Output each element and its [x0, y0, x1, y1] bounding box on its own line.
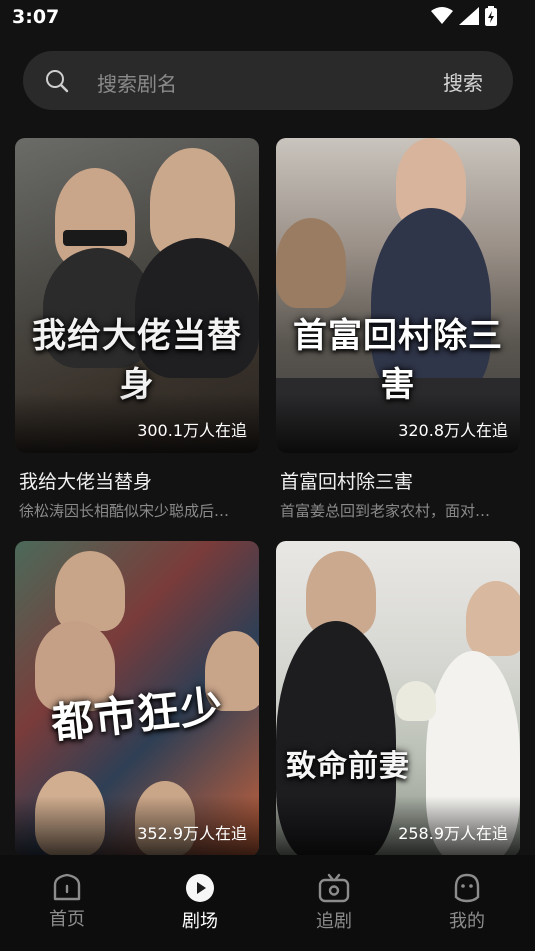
tab-profile[interactable]: 我的 [427, 873, 507, 933]
drama-poster[interactable]: 首富回村除三害 320.8万人在追 [276, 138, 520, 453]
tv-icon [318, 873, 350, 903]
status-bar: 3:07 [0, 0, 535, 36]
play-icon [186, 874, 214, 902]
drama-description: 首富姜总回到老家农村，面对… [280, 502, 491, 520]
followers-count: 258.9万人在追 [398, 824, 508, 843]
profile-icon [454, 873, 480, 903]
tab-following[interactable]: 追剧 [294, 873, 374, 933]
tab-label: 首页 [49, 909, 85, 930]
poster-title: 我给大佬当替身 [32, 316, 242, 405]
bottom-tab-bar: 首页 剧场 追剧 我的 [0, 855, 535, 951]
battery-icon [485, 6, 497, 26]
drama-title[interactable]: 我给大佬当替身 [15, 467, 259, 494]
search-icon [46, 70, 69, 93]
tab-label: 我的 [449, 911, 485, 932]
followers-count: 352.9万人在追 [137, 824, 247, 843]
drama-description: 徐松涛因长相酷似宋少聪成后… [19, 502, 230, 520]
signal-icon [459, 7, 479, 25]
tab-theater[interactable]: 剧场 [160, 873, 240, 933]
drama-card[interactable]: 都市狂少 352.9万人在追 [15, 541, 259, 856]
drama-poster[interactable]: 致命前妻 258.9万人在追 [276, 541, 520, 856]
drama-card[interactable]: 我给大佬当替身 300.1万人在追 我给大佬当替身 徐松涛因长相酷似宋少聪成后… [15, 138, 259, 521]
drama-poster[interactable]: 都市狂少 352.9万人在追 [15, 541, 259, 856]
tab-label: 追剧 [316, 911, 352, 932]
status-icons [431, 6, 497, 26]
tab-home[interactable]: 首页 [27, 873, 107, 931]
drama-poster[interactable]: 我给大佬当替身 300.1万人在追 [15, 138, 259, 453]
search-bar[interactable]: 搜索剧名 搜索 [23, 51, 513, 110]
home-icon [53, 873, 81, 901]
followers-count: 320.8万人在追 [398, 421, 508, 440]
poster-title: 首富回村除三害 [293, 316, 503, 405]
followers-count: 300.1万人在追 [137, 421, 247, 440]
search-button[interactable]: 搜索 [443, 67, 483, 96]
search-input[interactable]: 搜索剧名 [97, 68, 177, 97]
wifi-icon [431, 7, 453, 24]
drama-card[interactable]: 首富回村除三害 320.8万人在追 首富回村除三害 首富姜总回到老家农村，面对… [276, 138, 520, 521]
status-time: 3:07 [12, 6, 60, 28]
drama-card[interactable]: 致命前妻 258.9万人在追 [276, 541, 520, 856]
poster-title: 致命前妻 [286, 749, 410, 784]
drama-title[interactable]: 首富回村除三害 [276, 467, 520, 494]
tab-label: 剧场 [182, 911, 218, 932]
